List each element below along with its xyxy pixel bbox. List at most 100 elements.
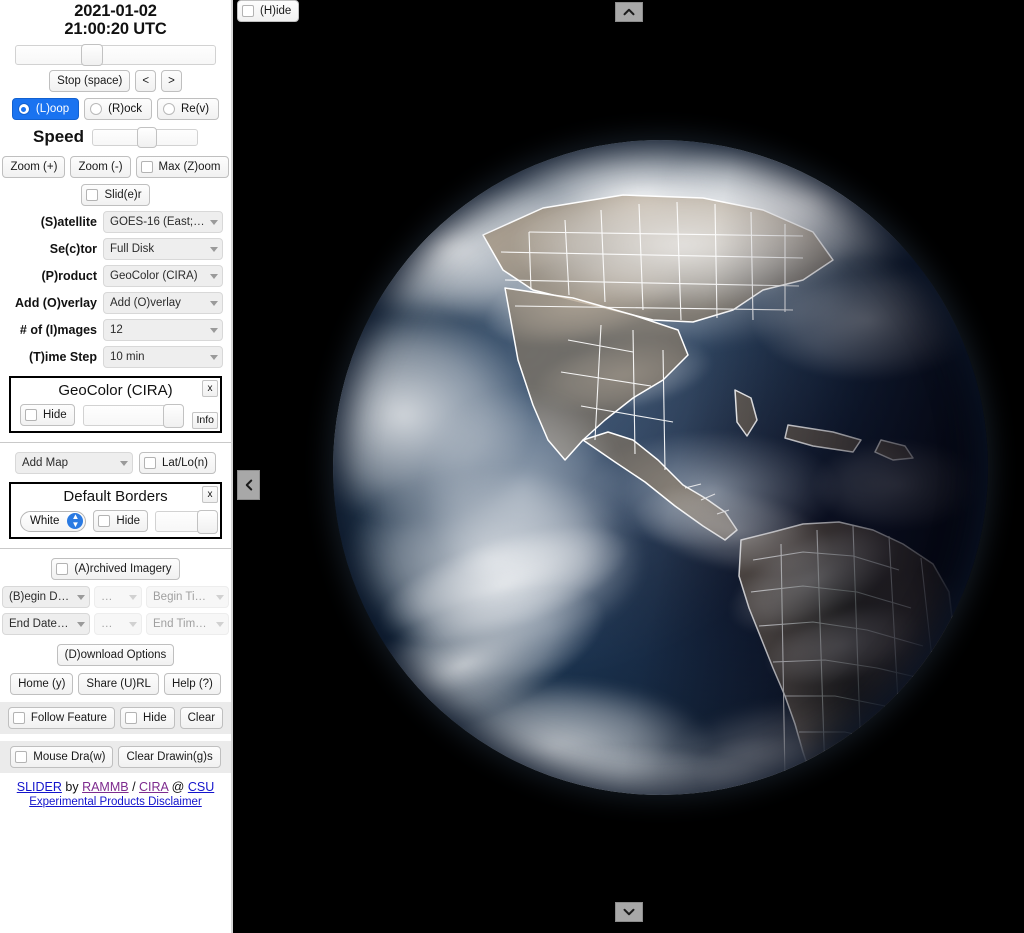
disclaimer-link[interactable]: Experimental Products Disclaimer bbox=[0, 796, 231, 808]
clear-drawings-button[interactable]: Clear Drawin(g)s bbox=[118, 746, 221, 768]
borders-hide-label: Hide bbox=[116, 515, 141, 527]
begin-mid-select[interactable]: … bbox=[94, 586, 142, 608]
radio-dot-icon bbox=[163, 103, 175, 115]
field-value: 12 bbox=[110, 324, 123, 336]
begin-date-select[interactable]: (B)egin D… bbox=[2, 586, 90, 608]
slider-link[interactable]: SLIDER bbox=[17, 780, 62, 794]
begin-time-select[interactable]: Begin Ti… bbox=[146, 586, 229, 608]
download-row: (D)ownload Options bbox=[0, 644, 231, 666]
borders-color-select[interactable]: White ▲ ▼ bbox=[20, 510, 87, 532]
credits-by: by bbox=[61, 780, 83, 794]
chevron-left-icon bbox=[245, 479, 252, 491]
latlon-label: Lat/Lo(n) bbox=[161, 457, 209, 469]
pan-down-button[interactable] bbox=[614, 902, 643, 922]
follow-feature-row: Follow Feature Hide Clear bbox=[0, 702, 231, 734]
links-row: Home (y) Share (U)RL Help (?) bbox=[0, 673, 231, 695]
pan-up-button[interactable] bbox=[614, 2, 643, 22]
home-button[interactable]: Home (y) bbox=[10, 673, 74, 695]
latlon-toggle[interactable]: Lat/Lo(n) bbox=[138, 452, 217, 474]
mouse-draw-toggle[interactable]: Mouse Dra(w) bbox=[10, 746, 114, 768]
speed-slider[interactable] bbox=[92, 126, 199, 148]
stepper-icon[interactable]: ▲ ▼ bbox=[67, 513, 84, 529]
checkbox-icon[interactable] bbox=[124, 712, 137, 724]
next-frame-button[interactable]: > bbox=[161, 70, 182, 92]
csu-link[interactable]: CSU bbox=[188, 780, 214, 794]
checkbox-icon[interactable] bbox=[25, 409, 37, 421]
satellite-image[interactable] bbox=[233, 0, 1024, 933]
chevron-down-icon bbox=[210, 354, 218, 360]
checkbox-icon[interactable] bbox=[86, 189, 99, 201]
share-url-button[interactable]: Share (U)RL bbox=[78, 673, 159, 695]
loop-mode-rock[interactable]: (R)ock bbox=[84, 98, 152, 120]
chevron-down-icon bbox=[210, 246, 218, 252]
borders-opacity-slider[interactable] bbox=[155, 509, 218, 534]
frame-slider[interactable] bbox=[15, 44, 216, 66]
previous-frame-button[interactable]: < bbox=[135, 70, 157, 92]
checkbox-icon[interactable] bbox=[140, 161, 153, 173]
map-row: Add Map Lat/Lo(n) bbox=[0, 452, 231, 474]
end-time-select[interactable]: End Tim… bbox=[146, 613, 229, 635]
header-time: 21:00:20 UTC bbox=[64, 19, 167, 38]
product-hide-toggle[interactable]: Hide bbox=[20, 404, 75, 426]
product-opacity-slider[interactable] bbox=[82, 403, 184, 428]
download-options-button[interactable]: (D)ownload Options bbox=[56, 644, 175, 666]
radio-dot-icon bbox=[17, 103, 30, 115]
end-date-select[interactable]: End Date… bbox=[2, 613, 90, 635]
checkbox-icon[interactable] bbox=[242, 5, 254, 17]
pan-left-button[interactable] bbox=[237, 470, 260, 500]
field-select[interactable]: GOES-16 (East;…) bbox=[103, 211, 223, 233]
earth-full-disk[interactable] bbox=[333, 140, 988, 795]
loop-mode-rev[interactable]: Re(v) bbox=[157, 98, 220, 120]
loop-mode-rev-label: Re(v) bbox=[181, 103, 210, 115]
checkbox-icon[interactable] bbox=[56, 563, 69, 575]
frame-slider-thumb[interactable] bbox=[81, 44, 104, 66]
borders-panel-close-button[interactable]: x bbox=[202, 486, 218, 503]
field-select[interactable]: 12 bbox=[103, 319, 223, 341]
field-label: (P)roduct bbox=[41, 269, 97, 283]
field-row: Add (O)verlay Add (O)verlay bbox=[0, 292, 231, 314]
checkbox-icon[interactable] bbox=[98, 515, 111, 527]
product-info-button[interactable]: Info bbox=[192, 412, 218, 429]
end-mid-select[interactable]: … bbox=[94, 613, 142, 635]
product-panel-close-button[interactable]: x bbox=[202, 380, 218, 397]
zoom-in-button[interactable]: Zoom (+) bbox=[2, 156, 66, 178]
max-zoom-toggle[interactable]: Max (Z)oom bbox=[135, 156, 229, 178]
borders-opacity-thumb[interactable] bbox=[197, 509, 218, 534]
chevron-down-icon bbox=[216, 594, 224, 600]
slider-toggle-label: Slid(e)r bbox=[104, 189, 142, 201]
follow-hide-toggle[interactable]: Hide bbox=[119, 707, 175, 729]
field-row: # of (I)mages 12 bbox=[0, 319, 231, 341]
image-viewer[interactable]: (H)ide bbox=[231, 0, 1024, 933]
checkbox-icon[interactable] bbox=[12, 712, 25, 724]
borders-hide-toggle[interactable]: Hide bbox=[93, 510, 149, 532]
cira-link[interactable]: CIRA bbox=[139, 780, 168, 794]
rammb-link[interactable]: RAMMB bbox=[82, 780, 129, 794]
slider-toggle[interactable]: Slid(e)r bbox=[81, 184, 150, 206]
loop-mode-loop[interactable]: (L)oop bbox=[11, 98, 80, 120]
field-value: GOES-16 (East;…) bbox=[110, 216, 206, 228]
checkbox-icon[interactable] bbox=[143, 457, 156, 469]
chevron-down-icon bbox=[216, 621, 224, 627]
field-label: Se(c)tor bbox=[49, 242, 97, 256]
zoom-out-button[interactable]: Zoom (-) bbox=[70, 156, 131, 178]
help-button[interactable]: Help (?) bbox=[163, 673, 221, 695]
product-opacity-thumb[interactable] bbox=[162, 403, 184, 428]
chevron-down-icon bbox=[77, 621, 85, 627]
hide-sidebar-toggle[interactable]: (H)ide bbox=[237, 0, 300, 22]
borders-panel-controls: White ▲ ▼ Hide bbox=[16, 509, 218, 534]
archived-imagery-toggle[interactable]: (A)rchived Imagery bbox=[51, 558, 180, 580]
field-select[interactable]: GeoColor (CIRA) bbox=[103, 265, 223, 287]
follow-feature-toggle[interactable]: Follow Feature bbox=[7, 707, 115, 729]
borders-panel: x Default Borders White ▲ ▼ Hide bbox=[9, 482, 222, 539]
speed-slider-thumb[interactable] bbox=[136, 126, 157, 148]
checkbox-icon[interactable] bbox=[15, 751, 28, 763]
loop-mode-group: (L)oop (R)ock Re(v) bbox=[0, 98, 231, 120]
field-select[interactable]: Add (O)verlay bbox=[103, 292, 223, 314]
follow-clear-button[interactable]: Clear bbox=[179, 707, 224, 729]
speed-label: Speed bbox=[32, 127, 85, 146]
field-select[interactable]: 10 min bbox=[103, 346, 223, 368]
stop-button[interactable]: Stop (space) bbox=[49, 70, 131, 92]
add-map-select[interactable]: Add Map bbox=[14, 452, 133, 474]
field-select[interactable]: Full Disk bbox=[103, 238, 223, 260]
radio-dot-icon bbox=[90, 103, 103, 115]
